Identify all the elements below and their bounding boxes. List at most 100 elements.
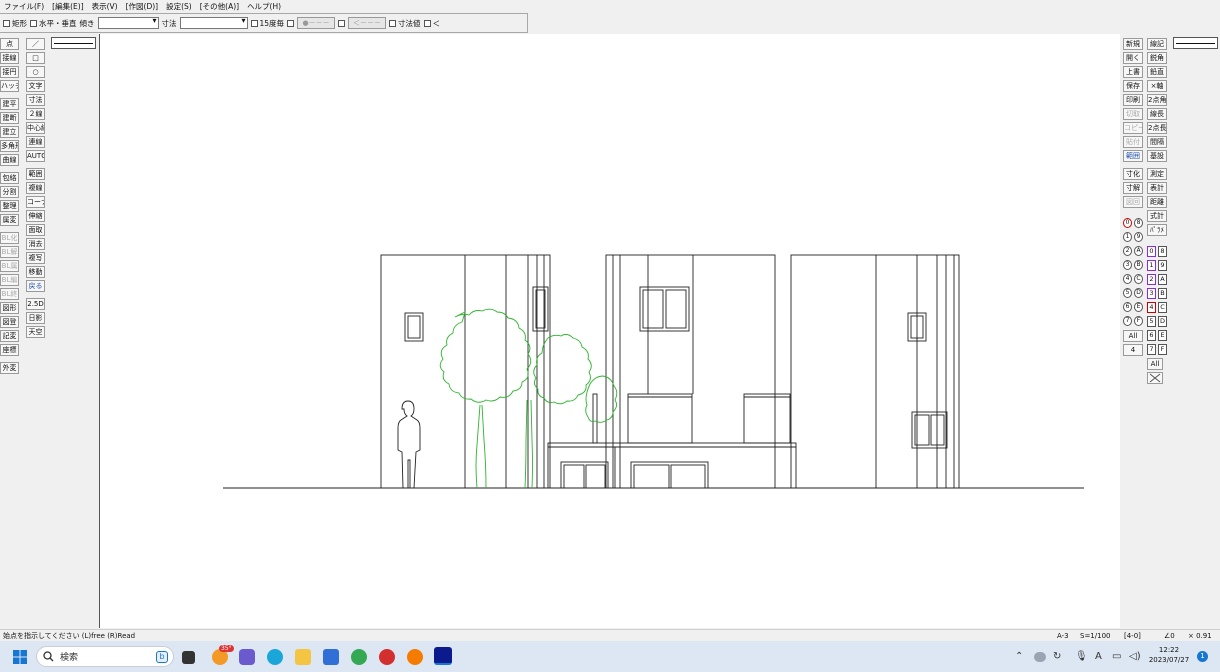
btn-dim-create[interactable]: 寸化: [1123, 168, 1143, 180]
deg15-checkbox[interactable]: [250, 19, 258, 27]
arrow-field[interactable]: ＜－－－: [348, 17, 387, 29]
tool-2-5d[interactable]: 2.5D: [26, 298, 45, 310]
status-sheet[interactable]: A-3: [1057, 632, 1069, 640]
btn-line-length[interactable]: 線長: [1147, 108, 1167, 120]
tool-attr-change[interactable]: 属変: [0, 214, 19, 226]
tool-arch-elevation[interactable]: 建立: [0, 126, 19, 138]
rect-checkbox[interactable]: [3, 19, 10, 27]
linetype-preview-left[interactable]: [51, 37, 96, 49]
dimval-checkbox[interactable]: [389, 19, 397, 27]
drawing-canvas[interactable]: [99, 34, 1120, 628]
lt-checkbox[interactable]: [423, 19, 431, 27]
layer-group-d[interactable]: D: [1134, 288, 1143, 298]
tray-cloud-icon[interactable]: [1034, 652, 1046, 662]
tool-arch-section[interactable]: 建断: [0, 112, 19, 124]
tool-bl-create[interactable]: BL化: [0, 232, 19, 244]
btn-save[interactable]: 保存: [1123, 80, 1143, 92]
menu-file[interactable]: ファイル(F): [4, 1, 44, 12]
elevation-drawing[interactable]: [100, 34, 1121, 628]
tool-arch-plan[interactable]: 建平: [0, 98, 19, 110]
btn-range[interactable]: 範囲: [1123, 150, 1143, 162]
layer-group-e[interactable]: E: [1134, 302, 1143, 312]
taskbar-search[interactable]: 検索 b: [36, 646, 174, 667]
bing-icon[interactable]: b: [156, 650, 168, 663]
tool-copy[interactable]: 複写: [26, 252, 45, 264]
chrome-icon[interactable]: [351, 649, 367, 665]
tool-double-line[interactable]: ２線: [26, 108, 45, 120]
layer-group-3[interactable]: 3: [1123, 260, 1132, 270]
menu-edit[interactable]: [編集(E)]: [52, 1, 83, 12]
btn-interval[interactable]: 間隔: [1147, 136, 1167, 148]
app-orange-icon[interactable]: [407, 649, 423, 665]
linetype-swatch-right[interactable]: [1173, 37, 1218, 49]
jwcad-app-icon[interactable]: [434, 647, 452, 665]
btn-vertical[interactable]: 鉛直: [1147, 66, 1167, 78]
dimval-option[interactable]: 寸法値: [389, 18, 421, 29]
tool-stretch[interactable]: 伸縮: [26, 210, 45, 222]
menu-settings[interactable]: 設定(S): [166, 1, 192, 12]
tool-bl-end[interactable]: BL終: [0, 288, 19, 300]
rect-option[interactable]: 矩形: [3, 18, 27, 29]
layer-group-b[interactable]: B: [1134, 260, 1143, 270]
tray-volume-icon[interactable]: ◁): [1129, 651, 1141, 662]
btn-overwrite[interactable]: 上書: [1123, 66, 1143, 78]
layer-9[interactable]: 9: [1158, 260, 1167, 271]
layer-a[interactable]: A: [1158, 274, 1167, 285]
layer-group-7[interactable]: 7: [1123, 316, 1132, 326]
menu-view[interactable]: 表示(V): [92, 1, 118, 12]
layer-group-a[interactable]: A: [1134, 246, 1143, 256]
layer-c[interactable]: C: [1158, 302, 1167, 313]
layer-group-2[interactable]: 2: [1123, 246, 1132, 256]
tool-tangent-circle[interactable]: 接円: [0, 66, 19, 78]
tool-bl-edit[interactable]: BL編: [0, 274, 19, 286]
layer-1[interactable]: 1: [1147, 260, 1156, 271]
tool-external-change[interactable]: 外変: [0, 362, 19, 374]
tool-erase[interactable]: 消去: [26, 238, 45, 250]
layer-e[interactable]: E: [1158, 330, 1167, 341]
tool-bl-attr[interactable]: BL属: [0, 260, 19, 272]
tool-hatch[interactable]: ハッチ: [0, 80, 19, 92]
tool-sun-shadow[interactable]: 日影: [26, 312, 45, 324]
tray-time[interactable]: 12:22: [1149, 646, 1189, 654]
chat-icon[interactable]: [239, 649, 255, 665]
tool-rectangle[interactable]: □: [26, 52, 45, 64]
hv-option[interactable]: 水平・垂直: [30, 18, 77, 29]
tool-point[interactable]: 点: [0, 38, 19, 50]
tool-undo[interactable]: 戻る: [26, 280, 45, 292]
btn-table-calc[interactable]: 表計: [1147, 182, 1167, 194]
dim-combo[interactable]: [179, 16, 248, 29]
btn-x-axis[interactable]: ×軸: [1147, 80, 1167, 92]
btn-distance[interactable]: 距離: [1147, 196, 1167, 208]
tool-figure-register[interactable]: 図登: [0, 316, 19, 328]
layer-5[interactable]: 5: [1147, 316, 1156, 327]
menu-help[interactable]: ヘルプ(H): [247, 1, 281, 12]
hv-checkbox[interactable]: [30, 19, 37, 27]
tool-center-line[interactable]: 中心線: [26, 122, 45, 134]
linetype-swatch[interactable]: [51, 37, 96, 49]
menu-other[interactable]: [その他(A)]: [200, 1, 239, 12]
tool-polygon[interactable]: 多角形: [0, 140, 19, 152]
btn-parameter[interactable]: ﾊﾟﾗﾒ: [1147, 224, 1167, 236]
layer-group-6[interactable]: 6: [1123, 302, 1132, 312]
layer-group-f[interactable]: F: [1134, 316, 1143, 326]
tool-text[interactable]: 文字: [26, 80, 45, 92]
btn-line-note[interactable]: 線記: [1147, 38, 1167, 50]
circle-checkbox[interactable]: [287, 19, 295, 27]
tray-sync-icon[interactable]: ↻: [1053, 651, 1061, 662]
layer-0[interactable]: 0: [1147, 246, 1156, 257]
status-scale[interactable]: S=1/100: [1080, 632, 1110, 640]
app-red-icon[interactable]: [379, 649, 395, 665]
tool-figure[interactable]: 図形: [0, 302, 19, 314]
tray-mic-icon[interactable]: 🎙︎: [1075, 651, 1088, 662]
btn-print[interactable]: 印刷: [1123, 94, 1143, 106]
tool-tangent-line[interactable]: 接線: [0, 52, 19, 64]
layer-f[interactable]: F: [1158, 344, 1167, 355]
layer-group-1[interactable]: 1: [1123, 232, 1132, 242]
btn-acute-angle[interactable]: 鋭角: [1147, 52, 1167, 64]
btn-new[interactable]: 新規: [1123, 38, 1143, 50]
layer-d[interactable]: D: [1158, 316, 1167, 327]
edge-icon[interactable]: [267, 649, 283, 665]
tool-coordinate[interactable]: 座標: [0, 344, 19, 356]
btn-dim-explode[interactable]: 寸解: [1123, 182, 1143, 194]
layer-all-button[interactable]: All: [1147, 358, 1163, 370]
